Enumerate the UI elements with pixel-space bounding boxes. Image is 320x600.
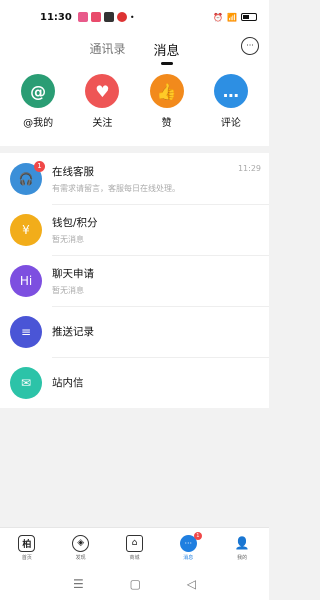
app-notification-icon bbox=[90, 12, 101, 22]
quick-actions: @ @我的 ♥ 关注 👍 赞 … 评论 bbox=[0, 74, 269, 146]
app-notification-icon bbox=[116, 12, 127, 22]
back-icon[interactable]: ◁ bbox=[187, 577, 196, 591]
alarm-icon: ⏰ bbox=[213, 12, 224, 22]
envelope-icon: ✉ bbox=[10, 366, 42, 399]
user-icon: 👤 bbox=[234, 536, 250, 550]
app-notification-icon bbox=[77, 12, 88, 22]
quick-action-label: 关注 bbox=[92, 118, 113, 129]
bottom-nav: 柏 首页 ◈ 发现 ⌂ 商城 ··· 1 消息 👤 我的 bbox=[0, 527, 269, 567]
nav-unread-badge: 1 bbox=[193, 531, 202, 540]
tab-contacts[interactable]: 通讯录 bbox=[89, 40, 125, 65]
status-notification-icons: • bbox=[77, 12, 135, 22]
headset-icon: 🎧 1 bbox=[10, 160, 45, 195]
thumbs-up-icon: 👍 bbox=[149, 74, 184, 108]
quick-action-comment[interactable]: … 评论 bbox=[206, 74, 256, 146]
message-row-site-mail[interactable]: ✉ 站内信 bbox=[0, 357, 269, 408]
document-icon: ≡ bbox=[10, 315, 42, 348]
chat-options-icon[interactable]: ··· bbox=[241, 37, 259, 55]
home-icon[interactable]: ▢ bbox=[130, 577, 141, 591]
more-dot-icon: • bbox=[129, 12, 135, 22]
status-time: 11:30 bbox=[40, 11, 72, 23]
message-row-chat-request[interactable]: Hi 聊天申请 暂无消息 bbox=[0, 255, 269, 306]
compass-icon: ◈ bbox=[72, 534, 90, 552]
message-subtitle: 有需求请留言，客服每日在线处理。 bbox=[52, 183, 180, 193]
message-title: 钱包/积分 bbox=[52, 216, 98, 229]
nav-store[interactable]: ⌂ 商城 bbox=[114, 534, 154, 561]
nav-discover[interactable]: ◈ 发现 bbox=[61, 534, 101, 561]
quick-action-label: 赞 bbox=[161, 118, 172, 129]
status-system-icons: ⏰ 📶 bbox=[213, 13, 257, 22]
quick-action-at-me[interactable]: @ @我的 bbox=[13, 74, 63, 146]
unread-badge: 1 bbox=[34, 160, 45, 172]
tab-messages[interactable]: 消息 bbox=[154, 40, 180, 67]
message-row-push-records[interactable]: ≡ 推送记录 bbox=[0, 306, 269, 357]
quick-action-follow[interactable]: ♥ 关注 bbox=[77, 74, 127, 146]
message-time: 11:29 bbox=[237, 164, 261, 173]
nav-messages[interactable]: ··· 1 消息 bbox=[168, 531, 208, 561]
nav-home[interactable]: 柏 首页 bbox=[7, 534, 47, 561]
coins-icon: ¥ bbox=[10, 213, 42, 246]
nav-label: 消息 bbox=[183, 554, 194, 561]
nav-label: 发现 bbox=[75, 554, 86, 561]
nav-label: 首页 bbox=[21, 554, 32, 561]
message-title: 推送记录 bbox=[52, 326, 94, 338]
message-title: 聊天申请 bbox=[52, 267, 94, 280]
quick-action-label: 评论 bbox=[220, 118, 241, 129]
message-row-online-service[interactable]: 🎧 1 在线客服 有需求请留言，客服每日在线处理。 11:29 bbox=[0, 153, 269, 204]
message-subtitle: 暂无消息 bbox=[52, 285, 84, 295]
system-nav-bar: ☰ ▢ ◁ bbox=[0, 567, 269, 600]
heart-icon: ♥ bbox=[85, 74, 120, 108]
app-notification-icon bbox=[103, 12, 114, 22]
quick-action-like[interactable]: 👍 赞 bbox=[142, 74, 192, 146]
battery-icon bbox=[241, 13, 257, 21]
message-icon: ··· 1 bbox=[179, 531, 202, 552]
at-icon: @ bbox=[21, 74, 56, 108]
message-list: 🎧 1 在线客服 有需求请留言，客服每日在线处理。 11:29 ¥ 钱包/积分 … bbox=[0, 153, 269, 408]
quick-action-label: @我的 bbox=[23, 118, 54, 129]
store-icon: ⌂ bbox=[125, 534, 143, 552]
message-title: 在线客服 bbox=[52, 165, 94, 178]
message-title: 站内信 bbox=[52, 377, 84, 389]
status-bar: 11:30 • ⏰ 📶 bbox=[0, 0, 269, 34]
message-subtitle: 暂无消息 bbox=[52, 234, 84, 244]
chat-bubble-icon: Hi bbox=[10, 264, 42, 297]
nav-label: 商城 bbox=[129, 554, 140, 561]
nav-profile[interactable]: 👤 我的 bbox=[222, 535, 262, 561]
comment-icon: … bbox=[213, 74, 248, 108]
wifi-icon: 📶 bbox=[227, 12, 237, 22]
recent-apps-icon[interactable]: ☰ bbox=[73, 577, 84, 591]
home-logo-icon: 柏 bbox=[18, 534, 36, 552]
header: 通讯录 消息 ··· bbox=[0, 34, 269, 74]
nav-label: 我的 bbox=[237, 554, 248, 561]
message-row-wallet[interactable]: ¥ 钱包/积分 暂无消息 bbox=[0, 204, 269, 255]
